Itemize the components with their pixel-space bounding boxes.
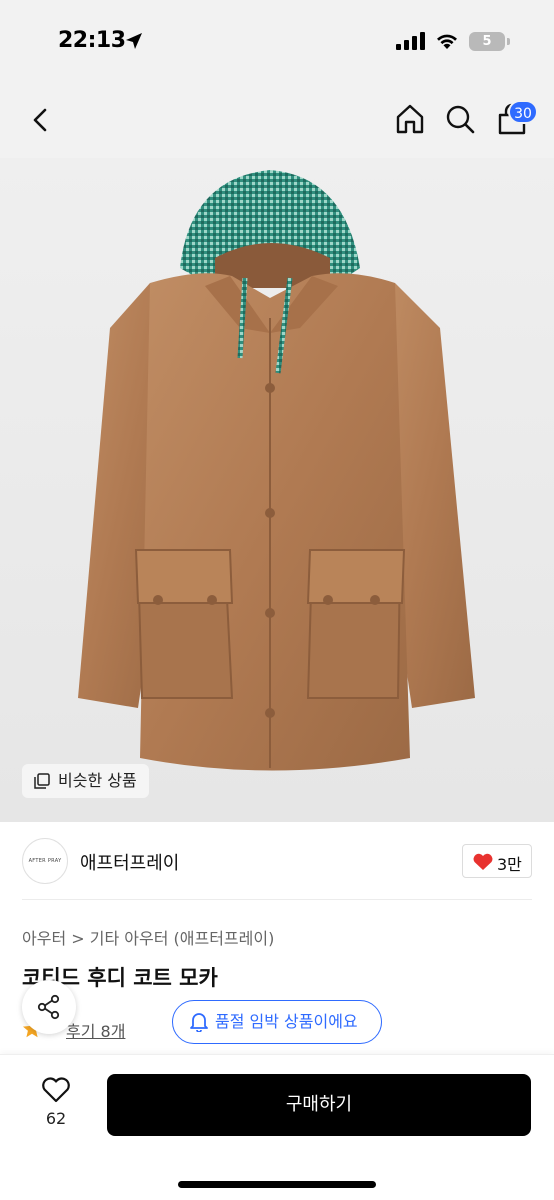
bell-icon xyxy=(190,1013,208,1032)
wifi-icon xyxy=(437,34,457,49)
wishlist-count: 62 xyxy=(45,1109,67,1128)
home-indicator xyxy=(178,1181,376,1188)
battery-nub xyxy=(507,38,510,45)
similar-items-label: 비슷한 상품 xyxy=(58,771,137,790)
share-button[interactable] xyxy=(22,980,76,1034)
heart-filled-icon xyxy=(473,853,493,870)
brand-name[interactable]: 애프터프레이 xyxy=(80,849,179,875)
review-count-link[interactable]: 후기 8개 xyxy=(66,1018,125,1042)
location-arrow-icon xyxy=(126,33,142,49)
brand-like-count: 3만 xyxy=(497,855,522,874)
low-stock-notice[interactable]: 품절 임박 상품이에요 xyxy=(172,1000,382,1044)
bottom-action-bar: 62 구매하기 xyxy=(0,1054,554,1200)
divider xyxy=(22,899,532,900)
search-icon[interactable] xyxy=(444,102,476,136)
brand-like-button[interactable]: 3만 xyxy=(462,844,532,878)
brand-row: AFTER PRAY 애프터프레이 3만 xyxy=(0,822,554,900)
coat-illustration xyxy=(78,170,475,771)
breadcrumb[interactable]: 아우터 > 기타 아우터 (애프터프레이) xyxy=(22,925,274,949)
nav-bar: 30 xyxy=(0,84,554,158)
battery-indicator: 5 xyxy=(469,32,505,51)
share-icon xyxy=(37,994,60,1020)
product-image[interactable]: 비슷한 상품 xyxy=(0,158,554,822)
home-icon[interactable] xyxy=(394,102,426,136)
back-icon[interactable] xyxy=(26,104,54,136)
wishlist-button[interactable]: 62 xyxy=(30,1075,82,1135)
status-bar: 22:13 5 xyxy=(0,0,554,84)
status-time: 22:13 xyxy=(58,28,126,53)
cellular-signal-icon xyxy=(396,32,425,50)
buy-button[interactable]: 구매하기 xyxy=(107,1074,531,1136)
brand-logo[interactable]: AFTER PRAY xyxy=(22,838,68,884)
similar-items-button[interactable]: 비슷한 상품 xyxy=(22,764,149,798)
cart-count-badge: 30 xyxy=(508,100,538,124)
heart-outline-icon xyxy=(42,1077,70,1103)
similar-items-icon xyxy=(34,773,50,789)
low-stock-label: 품절 임박 상품이에요 xyxy=(215,1012,358,1031)
